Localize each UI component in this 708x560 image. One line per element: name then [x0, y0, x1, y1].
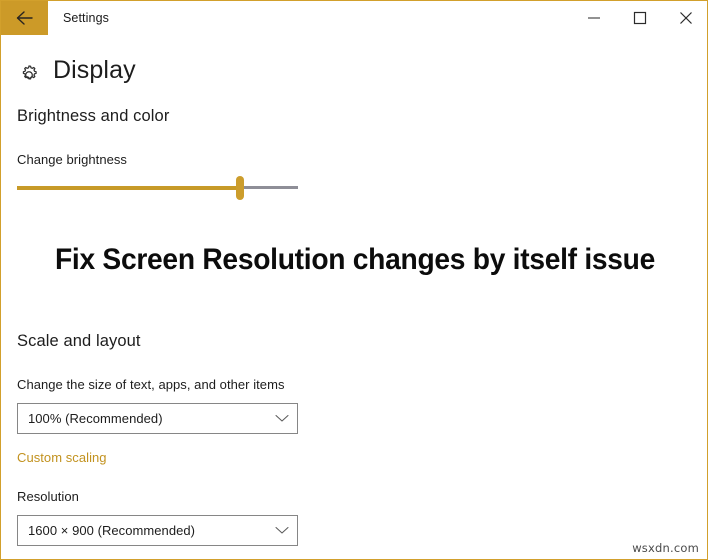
chevron-down-icon	[267, 414, 297, 423]
brightness-section-heading: Brightness and color	[17, 107, 170, 125]
slider-track-remaining	[239, 186, 298, 189]
resolution-label: Resolution	[17, 489, 79, 504]
title-bar: Settings	[1, 1, 707, 35]
minimize-button[interactable]	[571, 1, 617, 35]
watermark: wsxdn.com	[632, 541, 699, 555]
change-brightness-label: Change brightness	[17, 152, 127, 167]
resolution-value: 1600 × 900 (Recommended)	[28, 523, 196, 538]
resolution-dropdown[interactable]: 1600 × 900 (Recommended)	[17, 515, 298, 546]
overlay-banner-text: Fix Screen Resolution changes by itself …	[54, 243, 656, 276]
chevron-down-icon	[267, 526, 297, 535]
back-button[interactable]	[1, 1, 48, 35]
slider-track-filled	[17, 186, 239, 190]
brightness-slider[interactable]	[17, 176, 298, 203]
minimize-icon	[587, 12, 601, 24]
maximize-icon	[633, 11, 647, 25]
scale-section-heading: Scale and layout	[17, 332, 141, 350]
arrow-left-icon	[15, 10, 35, 26]
settings-content: Display Brightness and color Change brig…	[1, 35, 707, 559]
scale-size-label: Change the size of text, apps, and other…	[17, 377, 285, 392]
maximize-button[interactable]	[617, 1, 663, 35]
scale-size-value: 100% (Recommended)	[28, 411, 163, 426]
window-controls	[571, 1, 707, 35]
page-header: Display	[17, 55, 136, 85]
close-button[interactable]	[663, 1, 707, 35]
window-title: Settings	[63, 11, 109, 25]
scale-size-dropdown[interactable]: 100% (Recommended)	[17, 403, 298, 434]
custom-scaling-link[interactable]: Custom scaling	[17, 450, 107, 465]
slider-thumb[interactable]	[236, 176, 244, 200]
settings-window: Settings Display Brightness and color Ch…	[0, 0, 708, 560]
close-icon	[679, 11, 693, 25]
gear-icon	[17, 60, 41, 84]
page-title: Display	[53, 56, 136, 84]
